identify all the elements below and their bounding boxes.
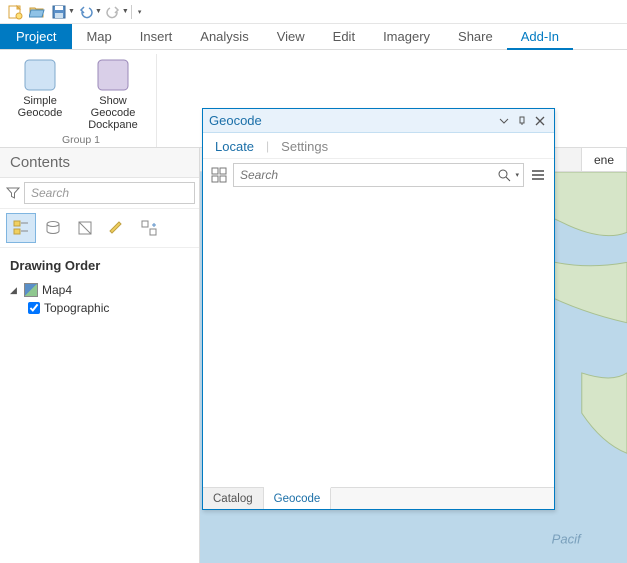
contents-panel: Contents Drawing Order (0, 148, 200, 563)
dockpane-close-icon[interactable] (532, 113, 548, 129)
ribbon-tabs: Project Map Insert Analysis View Edit Im… (0, 24, 627, 50)
contents-search-input[interactable] (24, 182, 195, 204)
show-geocode-dockpane-button[interactable]: Show Geocode Dockpane (74, 54, 152, 134)
ribbon-group-name: Group 1 (62, 134, 100, 149)
tab-view[interactable]: View (263, 24, 319, 49)
bottom-tab-catalog[interactable]: Catalog (203, 488, 264, 509)
tab-edit[interactable]: Edit (319, 24, 369, 49)
tab-analysis[interactable]: Analysis (186, 24, 262, 49)
subtab-separator: | (266, 139, 269, 154)
subtab-settings[interactable]: Settings (279, 139, 330, 154)
layer-name: Topographic (44, 301, 109, 315)
tab-map[interactable]: Map (72, 24, 125, 49)
simple-geocode-button[interactable]: Simple Geocode (10, 54, 70, 134)
map-view-tab[interactable]: ene (581, 148, 627, 171)
contents-search-row (0, 178, 199, 209)
qat-undo-dropdown-icon[interactable]: ▼ (95, 8, 102, 15)
simple-geocode-label: Simple Geocode (13, 95, 67, 119)
toc-list-by-editing-icon[interactable] (102, 213, 132, 243)
tab-project[interactable]: Project (0, 24, 72, 49)
search-icon[interactable] (495, 168, 513, 182)
dockpane-search-wrap: ▾ (233, 163, 524, 187)
dockpane-title: Geocode (209, 113, 494, 128)
bottom-tab-geocode[interactable]: Geocode (264, 487, 332, 509)
tab-addin[interactable]: Add-In (507, 24, 573, 49)
toc-list-by-selection-icon[interactable] (70, 213, 100, 243)
dockpane-search-row: ▾ (203, 159, 554, 191)
toc-view-icons (0, 209, 199, 248)
toc-list-by-snapping-icon[interactable] (134, 213, 164, 243)
ribbon-group-1: Simple Geocode Show Geocode Dockpane Gro… (6, 54, 157, 147)
show-geocode-dockpane-label: Show Geocode Dockpane (77, 95, 149, 131)
quick-access-toolbar: ▼ ▼ ▼ ▾ (0, 0, 627, 24)
qat-customize-dropdown-icon[interactable]: ▾ (138, 8, 142, 16)
show-geocode-dockpane-icon (95, 57, 131, 93)
dockpane-bottom-tabs: Catalog Geocode (203, 487, 554, 509)
qat-save-dropdown-icon[interactable]: ▼ (68, 8, 75, 15)
contents-title: Contents (0, 148, 199, 178)
options-menu-icon[interactable] (530, 167, 546, 183)
dockpane-autohide-icon[interactable] (514, 113, 530, 129)
categories-icon[interactable] (211, 167, 227, 183)
tab-imagery[interactable]: Imagery (369, 24, 444, 49)
expand-icon[interactable]: ◢ (10, 285, 20, 296)
dockpane-subtabs: Locate | Settings (203, 133, 554, 159)
dockpane-body (203, 191, 554, 487)
dockpane-menu-icon[interactable] (496, 113, 512, 129)
toc-body: Drawing Order ◢ Map4 Topographic (0, 248, 199, 327)
toc-list-by-source-icon[interactable] (38, 213, 68, 243)
toc-list-by-drawing-order-icon[interactable] (6, 213, 36, 243)
qat-redo-dropdown-icon[interactable]: ▼ (122, 8, 129, 15)
tab-insert[interactable]: Insert (126, 24, 187, 49)
filter-icon[interactable] (6, 184, 20, 202)
dockpane-search-input[interactable] (238, 166, 495, 184)
drawing-order-heading: Drawing Order (10, 258, 189, 273)
search-dropdown-icon[interactable]: ▾ (515, 171, 519, 179)
map-icon (24, 283, 38, 297)
qat-open-icon[interactable] (26, 2, 48, 22)
toc-layer-item[interactable]: Topographic (10, 299, 189, 317)
geocode-dockpane: Geocode Locate | Settings ▾ Catalog Geoc… (202, 108, 555, 510)
subtab-locate[interactable]: Locate (213, 139, 256, 154)
qat-divider (131, 5, 132, 19)
toc-map-item[interactable]: ◢ Map4 (10, 281, 189, 299)
qat-new-icon[interactable] (4, 2, 26, 22)
tab-share[interactable]: Share (444, 24, 507, 49)
dockpane-titlebar[interactable]: Geocode (203, 109, 554, 133)
svg-text:Pacif: Pacif (552, 532, 582, 547)
simple-geocode-icon (22, 57, 58, 93)
layer-visibility-checkbox[interactable] (28, 302, 40, 314)
qat-redo-icon[interactable] (102, 2, 124, 22)
map-name: Map4 (42, 283, 72, 297)
qat-save-icon[interactable] (48, 2, 70, 22)
qat-undo-icon[interactable] (75, 2, 97, 22)
